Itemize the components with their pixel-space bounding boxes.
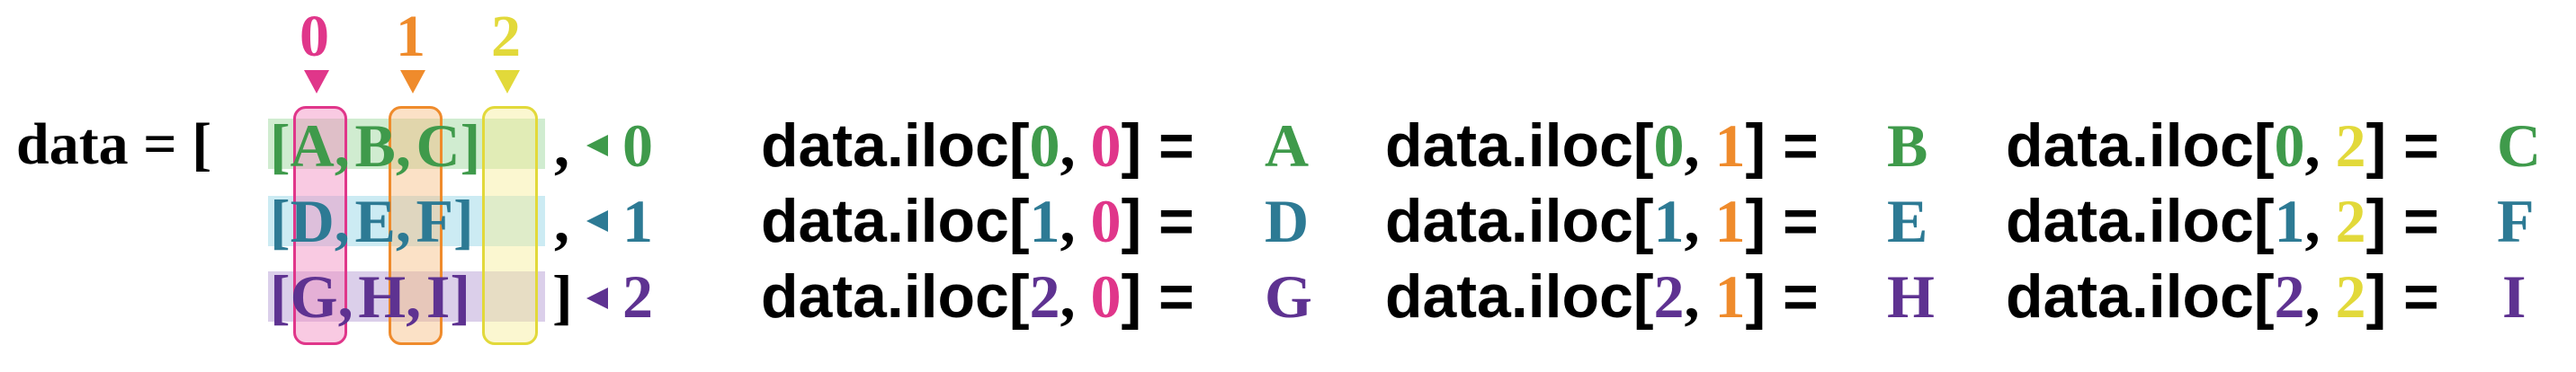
lookup-row-value: 0 (1029, 111, 1060, 180)
lookup-2-1: data.iloc[2, 1] = (1385, 262, 1819, 331)
row-1-separator: , (554, 187, 569, 255)
lookup-col-value: 0 (1090, 187, 1122, 255)
lookup-result-a: A (1265, 111, 1310, 180)
cell-g: G (290, 262, 338, 331)
row-2-list: [G, H, I] (270, 262, 470, 331)
column-arrow-1 (400, 70, 425, 93)
lookup-row-value: 2 (2274, 262, 2305, 331)
lookup-1-1: data.iloc[1, 1] = (1385, 187, 1819, 255)
data-prefix: data = [ (16, 111, 212, 177)
lookup-result-e: E (1887, 187, 1928, 255)
row-index-1: 1 (622, 187, 653, 255)
row-1-list: [D, E, F] (270, 187, 474, 255)
lookup-0-2: data.iloc[0, 2] = (2006, 111, 2439, 180)
lookup-2-0: data.iloc[2, 0] = (761, 262, 1194, 331)
lookup-result-i: I (2502, 262, 2527, 331)
row-arrow-0 (586, 135, 608, 156)
lookup-col-value: 2 (2335, 111, 2366, 180)
row-index-0: 0 (622, 111, 653, 180)
lookup-1-0: data.iloc[1, 0] = (761, 187, 1194, 255)
lookup-result-c: C (2497, 111, 2542, 180)
row-index-2: 2 (622, 262, 653, 331)
lookup-col-value: 0 (1090, 111, 1122, 180)
lookup-row-value: 1 (2274, 187, 2305, 255)
lookup-col-value: 1 (1714, 111, 1746, 180)
lookup-result-g: G (1265, 262, 1312, 331)
column-band-2 (482, 106, 538, 345)
column-index-1: 1 (396, 4, 425, 69)
row-arrow-1 (586, 210, 608, 232)
column-arrow-0 (304, 70, 329, 93)
cell-f: F (416, 187, 454, 255)
row-arrow-2 (586, 288, 608, 309)
lookup-row-value: 1 (1029, 187, 1060, 255)
lookup-1-2: data.iloc[1, 2] = (2006, 187, 2439, 255)
iloc-diagram: 0 1 2 data = [ [A, B, C] , 0 [D, E, F] ,… (0, 0, 2576, 372)
row-0-list: [A, B, C] (270, 111, 481, 180)
lookup-row-value: 1 (1653, 187, 1685, 255)
lookup-row-value: 0 (1653, 111, 1685, 180)
column-index-2: 2 (491, 4, 521, 69)
lookup-result-d: D (1265, 187, 1310, 255)
lookup-result-b: B (1887, 111, 1928, 180)
column-arrow-2 (495, 70, 520, 93)
lookup-col-value: 2 (2335, 187, 2366, 255)
lookup-0-0: data.iloc[0, 0] = (761, 111, 1194, 180)
lookup-2-2: data.iloc[2, 2] = (2006, 262, 2439, 331)
cell-h: H (358, 262, 407, 331)
lookup-row-value: 0 (2274, 111, 2305, 180)
cell-i: I (425, 262, 451, 331)
row-0-separator: , (554, 111, 569, 180)
lookup-result-f: F (2497, 187, 2535, 255)
cell-d: D (290, 187, 335, 255)
lookup-result-h: H (1887, 262, 1935, 331)
cell-e: E (354, 187, 396, 255)
cell-a: A (290, 111, 335, 180)
lookup-col-value: 1 (1714, 187, 1746, 255)
lookup-col-value: 1 (1714, 262, 1746, 331)
outer-close-bracket: ] (552, 262, 573, 331)
cell-b: B (354, 111, 396, 180)
lookup-col-value: 2 (2335, 262, 2366, 331)
cell-c: C (416, 111, 461, 180)
lookup-col-value: 0 (1090, 262, 1122, 331)
column-index-0: 0 (300, 4, 329, 69)
lookup-row-value: 2 (1653, 262, 1685, 331)
lookup-0-1: data.iloc[0, 1] = (1385, 111, 1819, 180)
lookup-row-value: 2 (1029, 262, 1060, 331)
